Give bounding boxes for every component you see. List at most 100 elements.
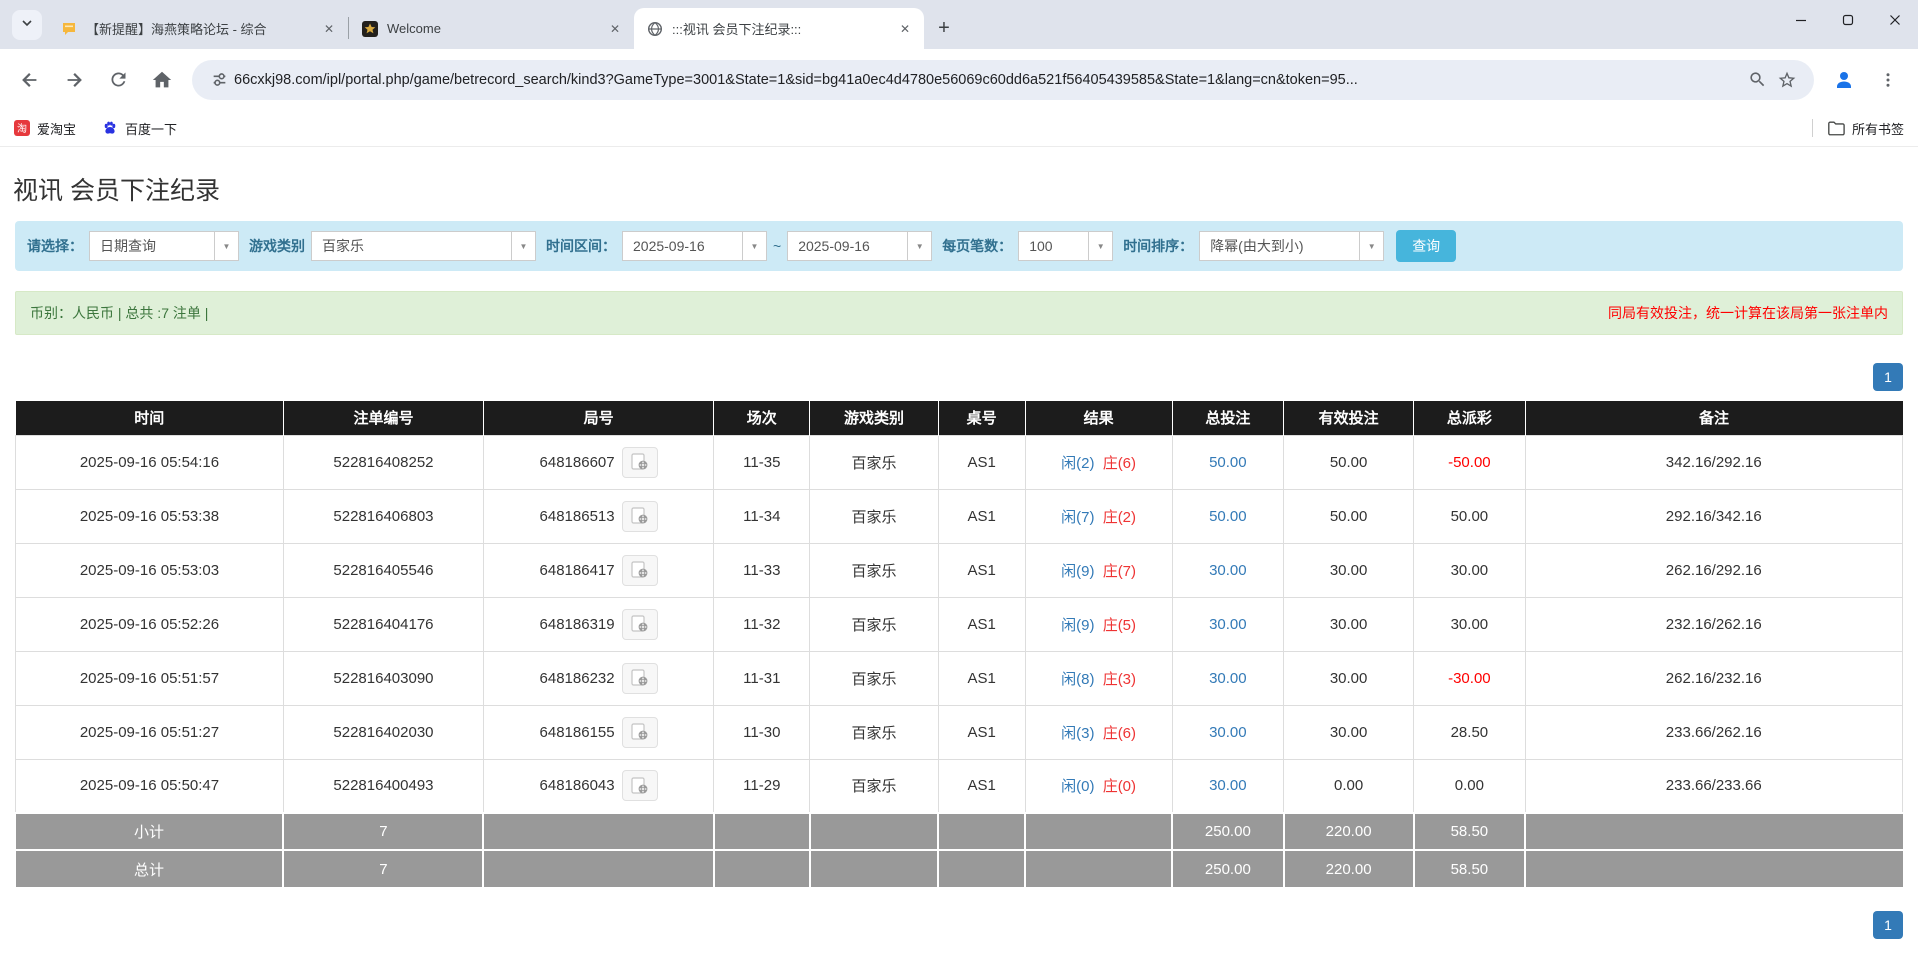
- page-size-select[interactable]: 100 ▼: [1018, 231, 1113, 261]
- page-1-button[interactable]: 1: [1873, 911, 1903, 939]
- home-button[interactable]: [143, 61, 181, 99]
- bookmark-baidu[interactable]: 百度一下: [102, 119, 177, 138]
- session-cell: 11-31: [714, 651, 810, 705]
- payout-value: 0.00: [1455, 777, 1484, 794]
- video-replay-button[interactable]: [622, 447, 658, 478]
- table-row: 2025-09-16 05:54:16 522816408252 6481866…: [16, 435, 1903, 489]
- close-window-button[interactable]: [1871, 0, 1918, 40]
- back-button[interactable]: [11, 61, 49, 99]
- query-type-select[interactable]: 日期查询 ▼: [89, 231, 239, 261]
- remark-cell: 342.16/292.16: [1525, 435, 1902, 489]
- video-file-icon: [630, 615, 650, 633]
- round-cell: 648186319: [483, 597, 713, 651]
- video-replay-button[interactable]: [622, 501, 658, 532]
- video-replay-button[interactable]: [622, 609, 658, 640]
- bet-id-cell: 522816400493: [283, 759, 483, 813]
- time-cell: 2025-09-16 05:51:27: [16, 705, 284, 759]
- new-tab-button[interactable]: +: [930, 14, 958, 42]
- close-icon[interactable]: ✕: [606, 20, 624, 38]
- col-remark: 备注: [1525, 401, 1902, 435]
- all-bookmarks-button[interactable]: 所有书签: [1827, 119, 1904, 138]
- range-separator: ~: [773, 238, 781, 254]
- pagination-top: 1: [15, 363, 1903, 391]
- bookmark-taobao[interactable]: 淘 爱淘宝: [14, 119, 76, 138]
- minimize-button[interactable]: [1777, 0, 1824, 40]
- table-no-cell: AS1: [938, 705, 1025, 759]
- close-icon[interactable]: ✕: [896, 20, 914, 38]
- maximize-button[interactable]: [1824, 0, 1871, 40]
- page-1-button[interactable]: 1: [1873, 363, 1903, 391]
- subtotal-valid-bet: 220.00: [1284, 813, 1414, 850]
- session-cell: 11-34: [714, 489, 810, 543]
- time-cell: 2025-09-16 05:53:38: [16, 489, 284, 543]
- yellow-forum-icon: [60, 20, 77, 37]
- game-type-select[interactable]: 百家乐 ▼: [311, 231, 536, 261]
- video-replay-button[interactable]: [622, 717, 658, 748]
- table-no-cell: AS1: [938, 597, 1025, 651]
- total-bet-link[interactable]: 50.00: [1209, 508, 1247, 525]
- forward-button[interactable]: [55, 61, 93, 99]
- tab-bet-records[interactable]: :::视讯 会员下注纪录::: ✕: [634, 8, 924, 49]
- svg-text:淘: 淘: [17, 122, 27, 135]
- all-bookmarks-label: 所有书签: [1852, 119, 1904, 138]
- tab-search-button[interactable]: [12, 10, 42, 40]
- valid-bet-cell: 30.00: [1284, 705, 1414, 759]
- taobao-icon: 淘: [14, 120, 30, 136]
- video-file-icon: [630, 723, 650, 741]
- total-bet-link[interactable]: 30.00: [1209, 562, 1247, 579]
- menu-button[interactable]: [1869, 61, 1907, 99]
- query-button[interactable]: 查询: [1396, 230, 1456, 262]
- total-bet-cell: 50.00: [1172, 489, 1283, 543]
- table-row: 2025-09-16 05:50:47 522816400493 6481860…: [16, 759, 1903, 813]
- round-id: 648186232: [540, 670, 615, 687]
- total-bet-link[interactable]: 30.00: [1209, 616, 1247, 633]
- url-text[interactable]: 66cxkj98.com/ipl/portal.php/game/betreco…: [234, 72, 1742, 88]
- total-bet-link[interactable]: 30.00: [1209, 777, 1247, 794]
- tab-forum[interactable]: 【新提醒】海燕策略论坛 - 综合 ✕: [48, 8, 348, 49]
- video-replay-button[interactable]: [622, 663, 658, 694]
- tab-title: Welcome: [387, 21, 606, 36]
- bet-rule-notice: 同局有效投注，统一计算在该局第一张注单内: [1608, 303, 1888, 323]
- date-from-select[interactable]: 2025-09-16 ▼: [622, 231, 767, 261]
- table-row: 2025-09-16 05:53:38 522816406803 6481865…: [16, 489, 1903, 543]
- chevron-down-icon: ▼: [511, 232, 535, 260]
- bet-id-cell: 522816408252: [283, 435, 483, 489]
- table-no-cell: AS1: [938, 543, 1025, 597]
- tab-welcome[interactable]: Welcome ✕: [349, 8, 634, 49]
- bookmark-star-icon[interactable]: [1772, 65, 1802, 95]
- sort-select[interactable]: 降幂(由大到小) ▼: [1199, 231, 1384, 261]
- bookmarks-divider: [1812, 119, 1813, 137]
- round-id: 648186607: [540, 454, 615, 471]
- bet-id-cell: 522816403090: [283, 651, 483, 705]
- total-bet-cell: 30.00: [1172, 759, 1283, 813]
- remark-cell: 233.66/233.66: [1525, 759, 1902, 813]
- date-to-select[interactable]: 2025-09-16 ▼: [787, 231, 932, 261]
- date-range-label: 时间区间：: [546, 236, 616, 256]
- payout-value: 30.00: [1451, 616, 1489, 633]
- address-bar[interactable]: 66cxkj98.com/ipl/portal.php/game/betreco…: [192, 60, 1814, 100]
- table-no-cell: AS1: [938, 759, 1025, 813]
- time-cell: 2025-09-16 05:53:03: [16, 543, 284, 597]
- remark-cell: 292.16/342.16: [1525, 489, 1902, 543]
- total-row: 总计 7 250.00 220.00 58.50: [16, 850, 1903, 887]
- video-replay-button[interactable]: [622, 770, 658, 801]
- total-bet-link[interactable]: 30.00: [1209, 670, 1247, 687]
- valid-bet-cell: 50.00: [1284, 489, 1414, 543]
- zoom-icon[interactable]: [1742, 65, 1772, 95]
- result-banker: 庄(5): [1103, 617, 1136, 634]
- game-type-cell: 百家乐: [810, 597, 938, 651]
- bet-records-table: 时间 注单编号 局号 场次 游戏类别 桌号 结果 总投注 有效投注 总派彩 备注…: [15, 401, 1903, 887]
- profile-avatar[interactable]: [1825, 61, 1863, 99]
- video-replay-button[interactable]: [622, 555, 658, 586]
- site-info-icon[interactable]: [204, 65, 234, 95]
- total-bet-link[interactable]: 30.00: [1209, 724, 1247, 741]
- close-icon[interactable]: ✕: [320, 20, 338, 38]
- time-cell: 2025-09-16 05:54:16: [16, 435, 284, 489]
- total-bet-cell: 30.00: [1172, 543, 1283, 597]
- round-id: 648186043: [540, 777, 615, 794]
- col-round: 局号: [483, 401, 713, 435]
- reload-button[interactable]: [99, 61, 137, 99]
- session-cell: 11-32: [714, 597, 810, 651]
- remark-cell: 262.16/292.16: [1525, 543, 1902, 597]
- total-bet-link[interactable]: 50.00: [1209, 454, 1247, 471]
